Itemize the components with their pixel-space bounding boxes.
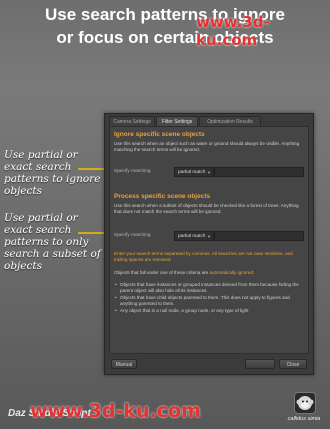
watermark-bottom: www.3d-ku.com	[30, 400, 201, 422]
brand-name: callidus simia	[287, 416, 321, 422]
brand-block: callidus simia	[286, 392, 326, 428]
filter-dialog: Camera Settings Filter Settings Optimiza…	[104, 113, 314, 375]
ignored-criteria-list: • Objects that have instances or grouped …	[114, 282, 304, 315]
filter-settings-panel: Ignore specific scene objects Use this s…	[109, 126, 309, 354]
ignored-criteria-emphasis: automatically ignored:	[209, 270, 255, 275]
close-button[interactable]: Close	[279, 359, 307, 369]
manual-button[interactable]: Manual	[111, 359, 137, 369]
process-section-title: Process specific scene objects	[114, 193, 211, 200]
ignore-match-value: partial match	[178, 170, 206, 175]
ignored-criteria-prefix: Objects that fall under one of these cri…	[114, 270, 210, 275]
chevron-down-icon: ▼	[207, 170, 211, 175]
chevron-down-icon: ▼	[207, 234, 211, 239]
tab-camera-settings[interactable]: Camera Settings	[109, 116, 155, 126]
tab-bar: Camera Settings Filter Settings Optimiza…	[109, 116, 309, 126]
ignore-section-description: Use this search when an object such as w…	[114, 141, 300, 152]
ignore-search-input[interactable]	[214, 167, 304, 177]
ignored-criteria-heading: Objects that fall under one of these cri…	[114, 270, 304, 276]
ignore-match-dropdown[interactable]: partial match ▼	[174, 167, 214, 177]
process-section-description: Use this search when a subset of objects…	[114, 203, 299, 214]
process-match-label: Specify matching	[114, 233, 151, 238]
list-item: • Any object that is a null node, a group…	[115, 308, 249, 313]
list-item: • Objects that have child objects parente…	[115, 295, 290, 306]
list-item: • Objects that have instances or grouped …	[115, 282, 299, 293]
tab-optimization-results[interactable]: Optimization Results	[199, 116, 261, 126]
search-terms-warning: Enter your search terms separated by com…	[114, 251, 293, 262]
note-subset-objects: Use partial or exact search patterns to …	[4, 212, 101, 272]
process-search-row: Specify matching partial match ▼	[114, 231, 304, 242]
accept-button[interactable]	[245, 359, 275, 369]
process-match-dropdown[interactable]: partial match ▼	[174, 231, 214, 241]
list-item-text: Objects that have instances or grouped i…	[120, 282, 299, 293]
ignore-search-row: Specify matching partial match ▼	[114, 167, 304, 178]
monkey-logo-icon	[294, 392, 316, 414]
tab-filter-settings[interactable]: Filter Settings	[156, 116, 198, 126]
process-match-value: partial match	[178, 234, 206, 239]
list-item-text: Any object that is a null node, a group …	[120, 308, 249, 313]
ignore-match-label: Specify matching	[114, 169, 151, 174]
list-item-text: Objects that have child objects parented…	[120, 295, 290, 306]
ignore-section-title: Ignore specific scene objects	[114, 131, 205, 138]
watermark-top: www.3d-ku.com	[196, 13, 270, 49]
process-search-input[interactable]	[214, 231, 304, 241]
